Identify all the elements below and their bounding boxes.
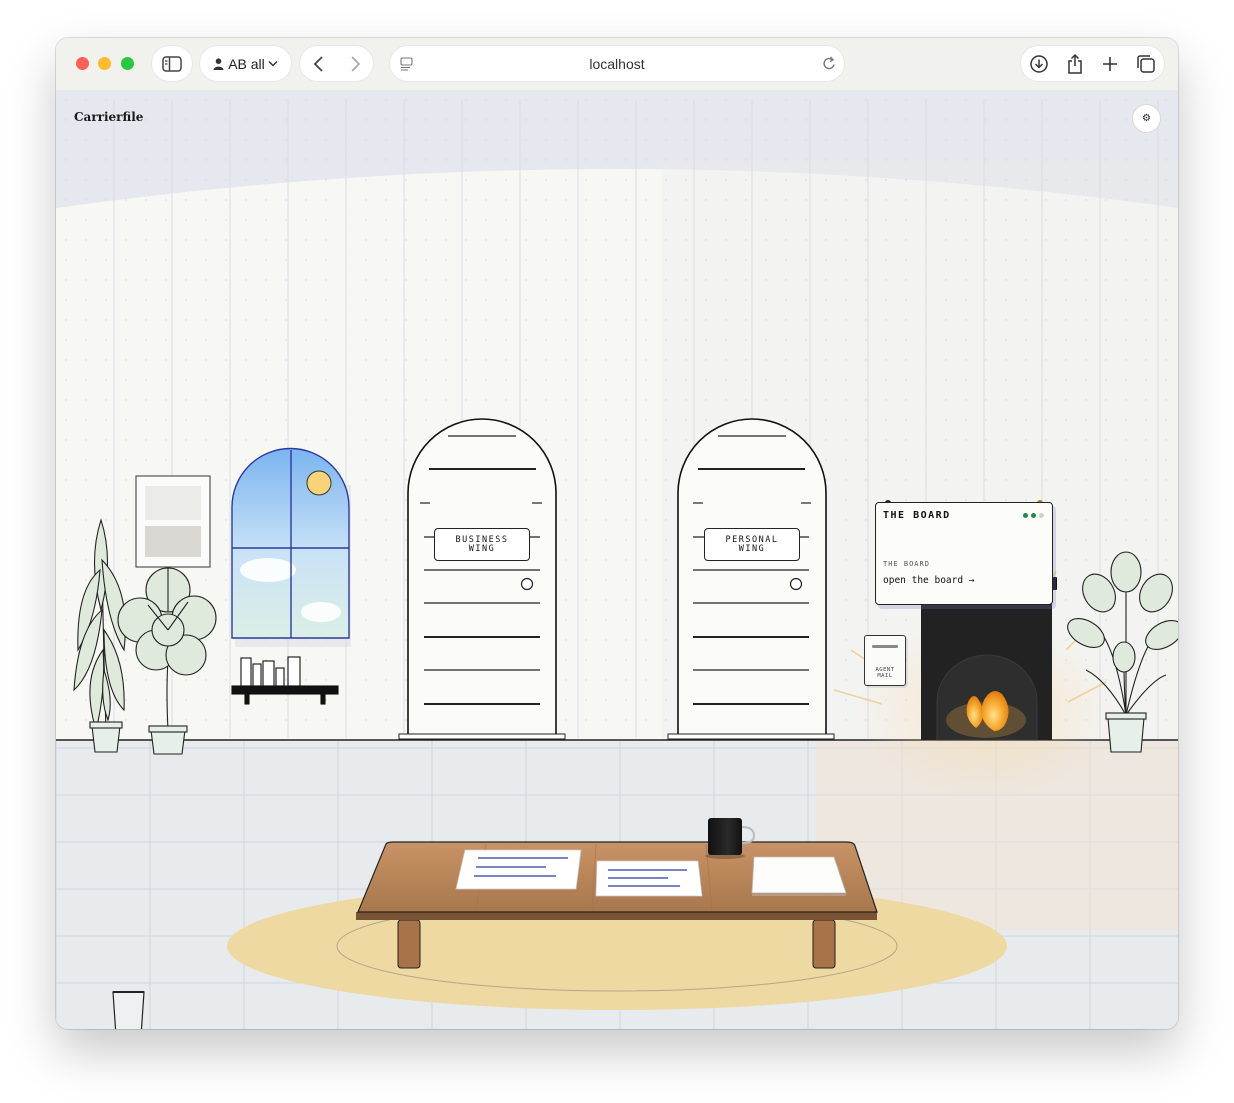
browser-toolbar: AB all localhost — [56, 38, 1178, 91]
address-bar[interactable]: localhost — [390, 46, 844, 81]
paper-2[interactable] — [595, 860, 703, 897]
trash-bin[interactable] — [112, 991, 145, 1029]
personal-wing-sign[interactable]: PERSONAL WING — [704, 528, 800, 561]
sidebar-icon — [162, 55, 182, 72]
tabs-icon[interactable] — [1136, 54, 1156, 74]
personal-wing-door[interactable] — [667, 418, 835, 740]
notebook[interactable] — [751, 856, 847, 896]
chevron-down-icon — [268, 60, 278, 67]
board-status-dots — [1023, 513, 1044, 518]
wall-painting — [135, 475, 211, 568]
business-sign-line2: WING — [468, 543, 496, 554]
open-board-link[interactable]: open the board → — [883, 575, 975, 586]
reload-icon[interactable] — [822, 56, 836, 71]
business-wing-door[interactable] — [398, 418, 566, 740]
sidebar-toggle-button[interactable] — [152, 46, 192, 81]
zoom-window-button[interactable] — [121, 57, 134, 70]
forward-icon[interactable] — [337, 54, 373, 74]
paper-1[interactable] — [455, 849, 582, 890]
back-icon[interactable] — [301, 54, 337, 74]
profile-button[interactable]: AB all — [200, 46, 291, 81]
url-text: localhost — [589, 56, 645, 72]
personal-sign-line2: WING — [738, 543, 766, 554]
brand-logo[interactable]: Carrierfile — [74, 110, 143, 124]
plus-icon[interactable] — [1101, 55, 1119, 73]
person-icon — [213, 57, 224, 70]
mail-slot — [872, 645, 898, 648]
profile-label: AB all — [228, 55, 265, 72]
download-icon[interactable] — [1029, 54, 1049, 74]
history-navigation — [300, 46, 373, 81]
mail-label-line2: MAIL — [877, 673, 893, 679]
room-scene: Carrierfile ⚙ BUSINESS WING PERSONAL WIN… — [56, 90, 1178, 1029]
the-board-panel[interactable]: THE BOARD THE BOARD open the board → — [875, 502, 1053, 605]
toolbar-actions — [1021, 46, 1164, 81]
close-window-button[interactable] — [76, 57, 89, 70]
agent-mail-label: AGENT MAIL — [865, 667, 905, 679]
business-wing-sign[interactable]: BUSINESS WING — [434, 528, 530, 561]
minimize-window-button[interactable] — [98, 57, 111, 70]
arched-window — [231, 447, 351, 647]
browser-window: AB all localhost Carrierfile ⚙ BUSINESS … — [56, 38, 1178, 1029]
board-subtitle: THE BOARD — [883, 560, 930, 568]
board-title: THE BOARD — [883, 510, 951, 521]
gear-icon[interactable]: ⚙ — [1132, 104, 1161, 133]
share-icon[interactable] — [1066, 53, 1084, 75]
agent-mail-box[interactable]: AGENT MAIL — [864, 635, 906, 686]
